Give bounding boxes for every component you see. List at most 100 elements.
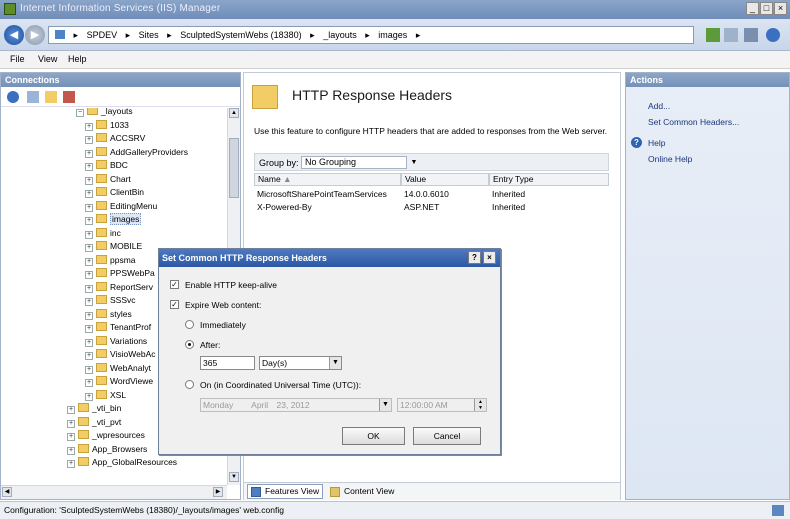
scroll-down-arrow[interactable]: ▼	[229, 472, 239, 482]
tree-node-ppswebpa[interactable]: + PPSWebPa	[85, 267, 155, 280]
expand-toggle-icon[interactable]: +	[85, 217, 93, 225]
menu-help[interactable]: Help	[68, 54, 87, 64]
expand-toggle-icon[interactable]: +	[85, 365, 93, 374]
scroll-thumb[interactable]	[229, 138, 239, 198]
tree-node-sssvc[interactable]: + SSSvc	[85, 294, 136, 307]
delete-connection-icon[interactable]	[63, 91, 75, 103]
expand-toggle-icon[interactable]: +	[85, 271, 93, 279]
row1-name[interactable]: MicrosoftSharePointTeamServices	[254, 188, 401, 200]
after-value-input[interactable]: 365	[200, 356, 255, 370]
breadcrumb-site[interactable]: SculptedSystemWebs (18380)	[180, 30, 301, 40]
expire-date-picker[interactable]: Monday April 23, 2012 ▼	[200, 398, 392, 412]
tree-node-addgalleryproviders[interactable]: + AddGalleryProviders	[85, 146, 188, 159]
expire-time-picker[interactable]: 12:00:00 AM ▲ ▼	[397, 398, 487, 412]
expand-toggle-icon[interactable]: +	[85, 311, 93, 320]
tree-node-xsl[interactable]: + XSL	[85, 389, 126, 402]
expand-toggle-icon[interactable]: +	[85, 230, 93, 239]
expand-toggle-icon[interactable]: +	[67, 406, 75, 414]
tree-node-app-browsers[interactable]: + App_Browsers	[67, 443, 147, 456]
column-header-value[interactable]: Value	[401, 173, 489, 186]
back-button[interactable]: ◀	[4, 25, 24, 45]
breadcrumb-images[interactable]: images	[378, 30, 407, 40]
expand-toggle-icon[interactable]: +	[85, 122, 93, 131]
tree-node-reportserv[interactable]: + ReportServ	[85, 281, 153, 294]
expand-toggle-icon[interactable]: +	[67, 433, 75, 441]
expand-toggle-icon[interactable]: +	[67, 446, 75, 455]
tree-node-mobile[interactable]: + MOBILE	[85, 240, 142, 253]
immediately-radio[interactable]	[185, 320, 194, 329]
expand-toggle-icon[interactable]: +	[85, 379, 93, 387]
tree-node-editingmenu[interactable]: + EditingMenu	[85, 200, 157, 213]
row2-entry-type[interactable]: Inherited	[489, 201, 609, 213]
after-unit-select[interactable]: Day(s) ▼	[259, 356, 342, 370]
tree-node-images[interactable]: + images	[85, 213, 142, 226]
tree-node-accsrv[interactable]: + ACCSRV	[85, 132, 145, 145]
breadcrumb-server[interactable]: SPDEV	[87, 30, 118, 40]
help-toolbar-icon[interactable]	[766, 28, 780, 42]
expand-toggle-icon[interactable]: +	[85, 257, 93, 266]
close-window-button[interactable]: ×	[774, 2, 787, 15]
expand-toggle-icon[interactable]: +	[85, 284, 93, 293]
expire-content-checkbox[interactable]: ✓	[170, 300, 179, 309]
on-date-radio[interactable]	[185, 380, 194, 389]
help-link[interactable]: Help	[648, 138, 665, 148]
minimize-button[interactable]: _	[746, 2, 759, 15]
expand-toggle-icon[interactable]: +	[85, 203, 93, 212]
row2-name[interactable]: X-Powered-By	[254, 201, 401, 213]
tree-node-webanalyt[interactable]: + WebAnalyt	[85, 362, 151, 375]
expand-toggle-icon[interactable]: +	[85, 163, 93, 171]
tree-node-vti-bin[interactable]: + _vti_bin	[67, 402, 121, 415]
tree-node-layouts[interactable]: − _layouts	[76, 108, 133, 118]
expand-toggle-icon[interactable]: +	[85, 149, 93, 158]
tree-node-vti-pvt[interactable]: + _vti_pvt	[67, 416, 121, 429]
column-header-entry-type[interactable]: Entry Type	[489, 173, 609, 186]
tree-node-visiowebac[interactable]: + VisioWebAc	[85, 348, 156, 361]
expand-toggle-icon[interactable]: +	[85, 176, 93, 185]
set-common-headers-link[interactable]: Set Common Headers...	[648, 117, 739, 127]
cancel-button[interactable]: Cancel	[413, 427, 481, 445]
dialog-help-button[interactable]: ?	[468, 251, 481, 264]
scroll-left-arrow[interactable]: ◀	[2, 487, 12, 497]
time-spinner-icon[interactable]: ▲ ▼	[474, 399, 486, 411]
expand-toggle-icon[interactable]: +	[85, 325, 93, 333]
dropdown-arrow-icon[interactable]: ▼	[408, 156, 420, 169]
dropdown-arrow-icon[interactable]: ▼	[329, 357, 341, 369]
expand-toggle-icon[interactable]: +	[85, 190, 93, 198]
menu-file[interactable]: File	[10, 54, 25, 64]
forward-button[interactable]: ▶	[25, 25, 45, 45]
row2-value[interactable]: ASP.NET	[401, 201, 489, 213]
keepalive-checkbox[interactable]: ✓	[170, 280, 179, 289]
expand-toggle-icon[interactable]: +	[85, 244, 93, 252]
tree-horizontal-scrollbar[interactable]: ◀ ▶	[1, 485, 227, 499]
breadcrumb-layouts[interactable]: _layouts	[323, 30, 357, 40]
tree-node-wordviewe[interactable]: + WordViewe	[85, 375, 153, 388]
scroll-right-arrow[interactable]: ▶	[213, 487, 223, 497]
online-help-link[interactable]: Online Help	[648, 154, 692, 164]
home-icon[interactable]	[744, 28, 758, 42]
expand-toggle-icon[interactable]: +	[85, 338, 93, 347]
expand-toggle-icon[interactable]: +	[85, 392, 93, 401]
expand-toggle-icon[interactable]: +	[85, 298, 93, 306]
tab-features-view[interactable]: Features View	[247, 484, 324, 499]
tree-node-styles[interactable]: + styles	[85, 308, 132, 321]
address-breadcrumb[interactable]: ▸ SPDEV ▸ Sites ▸ SculptedSystemWebs (18…	[48, 26, 694, 44]
breadcrumb-sites[interactable]: Sites	[139, 30, 159, 40]
tab-content-view[interactable]: Content View	[326, 484, 398, 499]
tree-node-variations[interactable]: + Variations	[85, 335, 147, 348]
scroll-up-arrow[interactable]: ▲	[229, 108, 239, 118]
expand-toggle-icon[interactable]: +	[85, 136, 93, 144]
tree-node-inc[interactable]: + inc	[85, 227, 121, 240]
expand-toggle-icon[interactable]: +	[85, 352, 93, 360]
tree-node-chart[interactable]: + Chart	[85, 173, 131, 186]
tree-node-1033[interactable]: +1033	[85, 119, 129, 132]
connect-icon[interactable]	[7, 91, 19, 103]
tree-node-ppsma[interactable]: + ppsma	[85, 254, 136, 267]
expand-toggle-icon[interactable]: +	[67, 419, 75, 428]
row1-entry-type[interactable]: Inherited	[489, 188, 609, 200]
maximize-button[interactable]: □	[760, 2, 773, 15]
row1-value[interactable]: 14.0.0.6010	[401, 188, 489, 200]
tree-node-app-globalresources[interactable]: + App_GlobalResources	[67, 456, 177, 469]
expand-toggle-icon[interactable]: +	[67, 460, 75, 468]
tree-node-bdc[interactable]: + BDC	[85, 159, 128, 172]
after-radio[interactable]	[185, 340, 194, 349]
